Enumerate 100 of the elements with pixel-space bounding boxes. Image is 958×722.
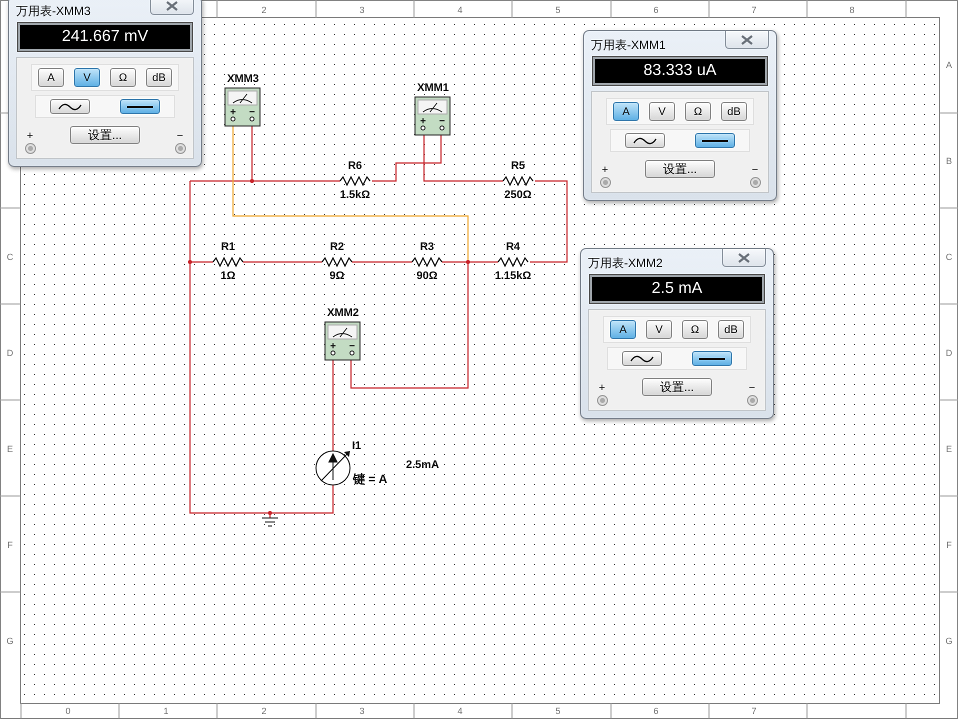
sine-wave-icon xyxy=(58,102,82,110)
mode-button[interactable]: Ω xyxy=(685,102,711,121)
row-label: D xyxy=(946,348,952,358)
resistor-icon xyxy=(212,256,244,268)
terminal-icon[interactable] xyxy=(24,143,36,154)
terminal-icon[interactable] xyxy=(750,177,760,188)
column-label: 4 xyxy=(458,706,462,716)
source-label: I1 xyxy=(352,440,362,452)
plus-label: + xyxy=(26,131,34,142)
signal-button[interactable] xyxy=(120,99,160,114)
terminal-sign: − xyxy=(439,116,445,127)
terminal-sign: − xyxy=(249,107,255,118)
column-label: 7 xyxy=(752,5,756,15)
instrument-label: XMM3 xyxy=(227,73,259,85)
junction-dot xyxy=(466,260,470,264)
terminal-icon[interactable] xyxy=(746,395,758,406)
instrument-label: XMM1 xyxy=(417,82,449,94)
row-label: A xyxy=(946,60,952,70)
column-label: 7 xyxy=(752,706,756,716)
close-button[interactable] xyxy=(150,0,194,15)
mode-button[interactable]: V xyxy=(649,102,675,121)
terminal-icon[interactable] xyxy=(600,177,610,188)
multimeter-symbol xyxy=(324,322,360,360)
settings-button[interactable]: 设置... xyxy=(645,160,715,178)
window-title: 万用表-XMM2 xyxy=(588,255,663,272)
column-label: 3 xyxy=(360,5,364,15)
close-button[interactable] xyxy=(725,31,769,49)
resistor-label: R6 xyxy=(348,160,362,172)
mode-button[interactable]: dB xyxy=(718,320,744,339)
resistor-value: 250Ω xyxy=(504,189,532,201)
column-label: 4 xyxy=(458,5,462,15)
mode-button[interactable]: A xyxy=(38,68,64,87)
close-button[interactable] xyxy=(722,249,766,267)
mode-button[interactable]: V xyxy=(74,68,100,87)
junction-dot xyxy=(268,511,272,515)
window-title: 万用表-XMM3 xyxy=(16,3,91,20)
signal-button[interactable] xyxy=(50,99,90,114)
terminal-sign: − xyxy=(349,341,355,352)
row-label: D xyxy=(6,348,14,358)
column-label: 3 xyxy=(360,706,364,716)
mode-button[interactable]: dB xyxy=(146,68,172,87)
resistor-label: R1 xyxy=(220,241,236,253)
junction-dot xyxy=(188,260,192,264)
resistor-label: R2 xyxy=(330,241,344,253)
signal-button[interactable] xyxy=(692,351,732,366)
source-key: 键 = A xyxy=(353,472,388,486)
row-label: F xyxy=(7,540,13,550)
column-label: 6 xyxy=(654,706,658,716)
mode-button[interactable]: A xyxy=(613,102,639,121)
resistor-label: R4 xyxy=(506,241,520,253)
instrument-label: XMM2 xyxy=(327,307,359,319)
flat-line-icon xyxy=(699,356,725,360)
mode-button[interactable]: A xyxy=(610,320,636,339)
mode-button[interactable]: dB xyxy=(721,102,747,121)
row-label: C xyxy=(946,252,952,262)
ground-icon xyxy=(262,518,278,526)
resistor-label: R3 xyxy=(420,241,434,253)
settings-button[interactable]: 设置... xyxy=(70,126,140,144)
mode-button[interactable]: V xyxy=(646,320,672,339)
column-label: 2 xyxy=(262,706,266,716)
mode-button[interactable]: Ω xyxy=(110,68,136,87)
resistor-icon xyxy=(502,176,534,186)
window-title: 万用表-XMM1 xyxy=(591,37,666,54)
flat-line-icon xyxy=(127,104,153,108)
resistor-label: R5 xyxy=(510,160,526,172)
row-label: E xyxy=(946,444,952,454)
row-label: G xyxy=(946,636,952,646)
current-source-icon xyxy=(316,450,350,486)
resistor-value: 1.5kΩ xyxy=(340,189,370,201)
close-icon xyxy=(740,34,754,44)
terminal-icon[interactable] xyxy=(596,395,608,406)
resistor-icon xyxy=(498,256,528,268)
sine-wave-icon xyxy=(630,354,654,362)
terminal-sign: + xyxy=(330,341,336,352)
plus-label: + xyxy=(598,383,606,394)
signal-button[interactable] xyxy=(622,351,662,366)
junction-dot xyxy=(250,179,254,183)
column-label: 5 xyxy=(556,706,560,716)
column-label: 8 xyxy=(850,5,854,15)
source-value: 2.5mA xyxy=(406,459,440,471)
reading-display: 83.333 uA xyxy=(593,57,767,85)
plus-label: + xyxy=(602,165,608,176)
resistor-value: 1.15kΩ xyxy=(494,270,532,282)
resistor-value: 90Ω xyxy=(416,270,438,282)
signal-button[interactable] xyxy=(625,133,665,148)
settings-button[interactable]: 设置... xyxy=(642,378,712,396)
signal-button[interactable] xyxy=(695,133,735,148)
flat-line-icon xyxy=(702,138,728,142)
resistor-value: 1Ω xyxy=(220,270,236,282)
resistor-icon xyxy=(322,256,352,268)
minus-label: − xyxy=(176,131,184,142)
row-label: C xyxy=(6,252,14,262)
close-icon xyxy=(165,0,179,10)
multimeter-symbol xyxy=(224,88,260,126)
column-label: 5 xyxy=(556,5,560,15)
mode-button[interactable]: Ω xyxy=(682,320,708,339)
resistor-icon xyxy=(412,256,442,268)
terminal-icon[interactable] xyxy=(174,143,186,154)
close-icon xyxy=(737,252,751,262)
reading-display: 2.5 mA xyxy=(590,275,764,303)
